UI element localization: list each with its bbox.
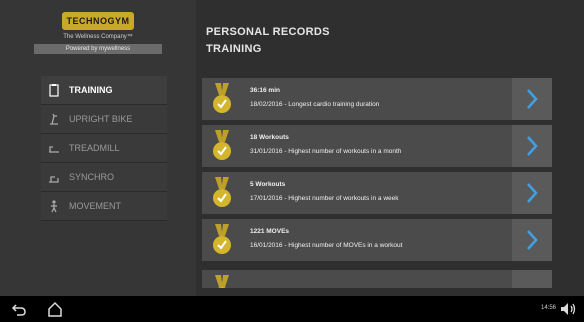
record-description: 18/02/2016 - Longest cardio training dur…	[250, 101, 380, 108]
clipboard-icon	[47, 83, 61, 97]
sidebar-item-label: TRAINING	[69, 85, 113, 95]
upright-bike-icon	[47, 112, 61, 126]
sidebar-menu: TRAINING UPRIGHT BIKE TREADMILL SYNCHRO …	[41, 76, 167, 221]
record-value: 18 Workouts	[250, 134, 289, 141]
sidebar-item-label: MOVEMENT	[69, 201, 122, 211]
sidebar-item-label: TREADMILL	[69, 143, 120, 153]
chevron-right-icon	[527, 89, 538, 109]
record-description: 16/01/2016 - Highest number of MOVEs in …	[250, 242, 403, 249]
record-card: 18 Workouts 31/01/2016 - Highest number …	[202, 125, 552, 167]
powered-by: Powered by mywellness	[34, 44, 162, 54]
system-navbar: 14:56	[0, 296, 584, 322]
page-subtitle: TRAINING	[206, 43, 262, 55]
medal-icon	[212, 130, 232, 162]
app: TECHNOGYM The Wellness Company™ Powered …	[0, 0, 584, 296]
record-details-button[interactable]	[512, 78, 552, 120]
record-details-button[interactable]	[512, 172, 552, 214]
home-icon[interactable]	[46, 300, 64, 322]
main-panel: PERSONAL RECORDS TRAINING 36:16 min 18/0…	[196, 0, 584, 296]
screen: TECHNOGYM The Wellness Company™ Powered …	[0, 0, 584, 322]
medal-icon	[212, 83, 232, 115]
record-card: 36:16 min 18/02/2016 - Longest cardio tr…	[202, 78, 552, 120]
sidebar: TECHNOGYM The Wellness Company™ Powered …	[0, 0, 196, 296]
medal-icon	[212, 224, 232, 256]
medal-icon	[212, 275, 232, 288]
record-value: 5 Workouts	[250, 181, 286, 188]
medal-icon	[212, 177, 232, 209]
chevron-right-icon	[527, 183, 538, 203]
record-details-button[interactable]	[512, 125, 552, 167]
sidebar-item-treadmill[interactable]: TREADMILL	[41, 134, 167, 163]
movement-icon	[47, 199, 61, 213]
sidebar-item-training[interactable]: TRAINING	[41, 76, 167, 105]
record-value: 36:16 min	[250, 87, 280, 94]
brand-logo: TECHNOGYM The Wellness Company™ Powered …	[28, 12, 168, 66]
record-card: 1221 MOVEs 16/01/2016 - Highest number o…	[202, 219, 552, 261]
page-title: PERSONAL RECORDS	[206, 26, 330, 38]
sidebar-item-upright-bike[interactable]: UPRIGHT BIKE	[41, 105, 167, 134]
logo-tagline: The Wellness Company™	[63, 34, 133, 40]
treadmill-icon	[47, 141, 61, 155]
status-clock: 14:56	[540, 305, 556, 311]
sidebar-item-movement[interactable]: MOVEMENT	[41, 192, 167, 221]
record-details-button[interactable]	[512, 219, 552, 261]
back-icon[interactable]	[10, 300, 28, 322]
record-card-partial	[202, 270, 552, 288]
record-details-button[interactable]	[512, 270, 552, 288]
record-value: 1221 MOVEs	[250, 228, 290, 235]
volume-icon[interactable]	[560, 302, 578, 321]
chevron-right-icon	[527, 230, 538, 250]
sidebar-item-label: SYNCHRO	[69, 172, 115, 182]
record-description: 17/01/2016 - Highest number of workouts …	[250, 195, 399, 202]
sidebar-item-label: UPRIGHT BIKE	[69, 114, 133, 124]
records-list: 36:16 min 18/02/2016 - Longest cardio tr…	[202, 78, 552, 288]
sidebar-item-synchro[interactable]: SYNCHRO	[41, 163, 167, 192]
record-card: 5 Workouts 17/01/2016 - Highest number o…	[202, 172, 552, 214]
synchro-icon	[47, 170, 61, 184]
chevron-right-icon	[527, 136, 538, 156]
record-description: 31/01/2016 - Highest number of workouts …	[250, 148, 402, 155]
logo-mark: TECHNOGYM	[62, 12, 134, 30]
